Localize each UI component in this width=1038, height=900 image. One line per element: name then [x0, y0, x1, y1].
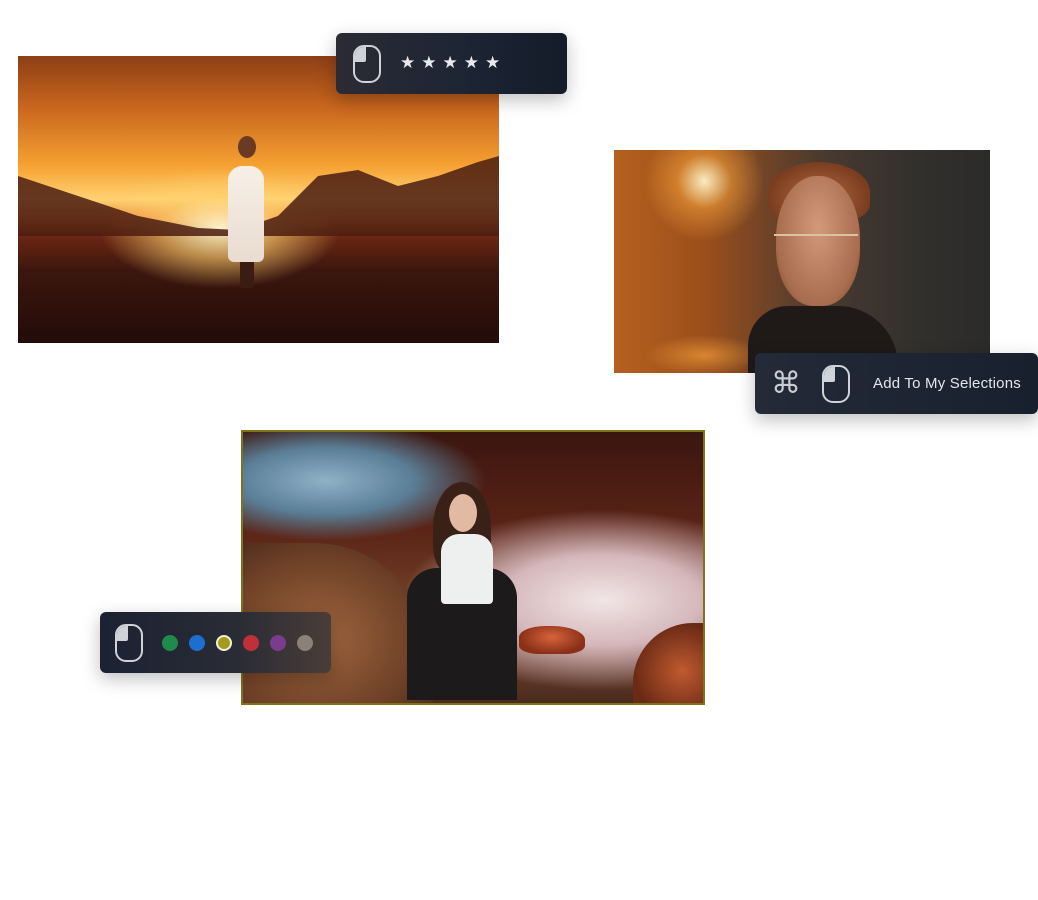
star-icon[interactable]: ★ — [485, 55, 500, 72]
mouse-left-click-icon — [114, 623, 144, 663]
color-label-options — [162, 634, 313, 651]
star-icon[interactable]: ★ — [443, 55, 458, 72]
selection-toolbar: ⌘ Add To My Selections — [755, 353, 1038, 414]
mouse-left-click-icon — [352, 44, 382, 84]
photo-sunset-woman[interactable] — [18, 56, 499, 343]
star-icon[interactable]: ★ — [421, 55, 436, 72]
mouse-left-click-icon — [821, 364, 851, 404]
color-dot-red[interactable] — [243, 634, 259, 651]
star-icon[interactable]: ★ — [464, 55, 479, 72]
color-dot-gray[interactable] — [297, 634, 313, 651]
color-label-toolbar — [100, 612, 331, 673]
color-dot-yellow[interactable] — [216, 634, 232, 651]
rocks-right — [633, 623, 703, 703]
rating-toolbar: ★ ★ ★ ★ ★ — [336, 33, 567, 94]
color-dot-purple[interactable] — [270, 634, 286, 651]
photo-man-glasses[interactable] — [614, 150, 990, 373]
color-dot-green[interactable] — [162, 634, 178, 651]
add-to-selections-label[interactable]: Add To My Selections — [873, 375, 1021, 392]
canvas: ★ ★ ★ ★ ★ ⌘ Add To My Selections — [0, 0, 1038, 900]
command-key-icon: ⌘ — [771, 365, 801, 401]
rock-in-water — [519, 626, 585, 654]
star-icon[interactable]: ★ — [400, 55, 415, 72]
color-dot-blue[interactable] — [189, 634, 205, 651]
star-rating[interactable]: ★ ★ ★ ★ ★ — [400, 55, 500, 72]
